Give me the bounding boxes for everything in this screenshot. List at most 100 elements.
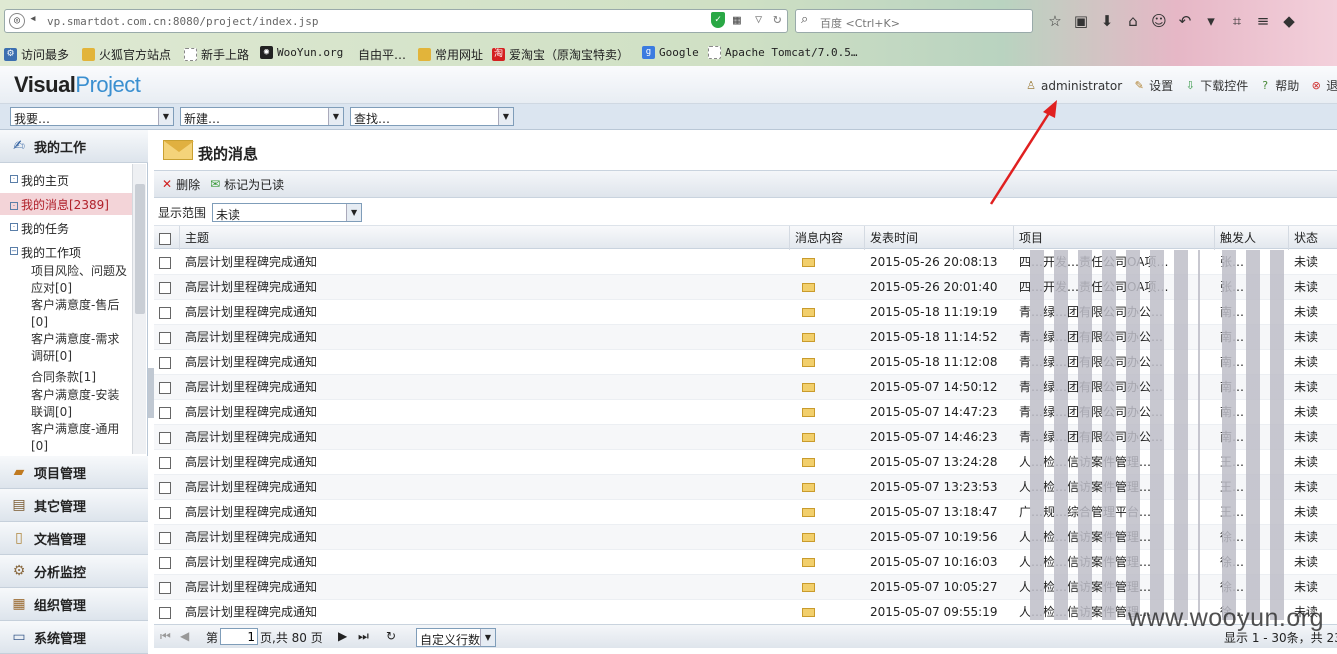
download-icon[interactable]: ⬇ bbox=[1094, 10, 1120, 32]
search-bar[interactable]: ⌕ 百度 <Ctrl+K> bbox=[795, 9, 1033, 33]
cell-subject[interactable]: 高层计划里程碑完成通知 bbox=[180, 375, 790, 400]
menu-icon[interactable]: ≡ bbox=[1250, 10, 1276, 32]
section-document-management[interactable]: ▯ 文档管理 bbox=[0, 522, 148, 555]
section-project-management[interactable]: ▰ 项目管理 bbox=[0, 456, 148, 489]
envelope-icon[interactable] bbox=[802, 358, 815, 367]
cell-subject[interactable]: 高层计划里程碑完成通知 bbox=[180, 450, 790, 475]
scope-select[interactable]: 未读 ▼ bbox=[212, 202, 363, 222]
delete-button[interactable]: ✕ 删除 bbox=[162, 176, 200, 193]
want-select[interactable]: 我要… ▼ bbox=[10, 107, 174, 126]
mark-read-button[interactable]: ✉ 标记为已读 bbox=[210, 176, 284, 193]
find-select[interactable]: 查找… ▼ bbox=[350, 107, 514, 126]
row-checkbox[interactable] bbox=[159, 506, 171, 519]
section-organization-management[interactable]: ▦ 组织管理 bbox=[0, 588, 148, 621]
cell-subject[interactable]: 高层计划里程碑完成通知 bbox=[180, 350, 790, 375]
column-project[interactable]: 项目 bbox=[1014, 226, 1215, 250]
envelope-icon[interactable] bbox=[802, 558, 815, 567]
envelope-icon[interactable] bbox=[802, 408, 815, 417]
column-subject[interactable]: 主题 bbox=[180, 226, 790, 250]
nav-subitem[interactable]: 客户满意度-安装联调[0] bbox=[31, 387, 131, 421]
envelope-icon[interactable] bbox=[802, 258, 815, 267]
refresh-icon[interactable]: ↻ bbox=[386, 629, 396, 643]
cell-subject[interactable]: 高层计划里程碑完成通知 bbox=[180, 600, 790, 624]
nav-item-messages[interactable]: · 我的消息[2389] bbox=[0, 193, 132, 215]
cell-subject[interactable]: 高层计划里程碑完成通知 bbox=[180, 300, 790, 325]
column-trigger[interactable]: 触发人 bbox=[1215, 226, 1289, 250]
address-bar[interactable]: ◎ ◂ vp.smartdot.com.cn:8080/project/inde… bbox=[4, 9, 788, 33]
new-select[interactable]: 新建… ▼ bbox=[180, 107, 344, 126]
nav-subitem[interactable]: 客户满意度-需求调研[0] bbox=[31, 331, 131, 365]
envelope-icon[interactable] bbox=[802, 508, 815, 517]
envelope-icon[interactable] bbox=[802, 583, 815, 592]
row-checkbox[interactable] bbox=[159, 406, 171, 419]
row-checkbox[interactable] bbox=[159, 556, 171, 569]
scrollbar-thumb[interactable] bbox=[135, 184, 145, 314]
nav-item-home[interactable]: · 我的主页 bbox=[10, 172, 69, 189]
row-checkbox[interactable] bbox=[159, 331, 171, 344]
nav-subitem[interactable]: 合同条款[1] bbox=[31, 369, 131, 386]
bookmark-item[interactable]: Apache Tomcat/7.0.5… bbox=[708, 46, 857, 59]
envelope-icon[interactable] bbox=[802, 458, 815, 467]
select-all-checkbox[interactable] bbox=[159, 232, 171, 245]
last-page-icon[interactable]: ⏭ bbox=[358, 629, 369, 644]
logout-link[interactable]: ⊗ 退 bbox=[1309, 77, 1337, 94]
column-content[interactable]: 消息内容 bbox=[790, 226, 865, 250]
back-arrow-icon[interactable]: ◂ bbox=[29, 11, 37, 26]
chevron-down-icon[interactable]: ▽ bbox=[755, 12, 762, 26]
download-link[interactable]: ⇩ 下载控件 bbox=[1183, 77, 1249, 94]
nav-subitem[interactable]: 客户满意度-通用[0] bbox=[31, 421, 131, 454]
first-page-icon[interactable]: ⏮ bbox=[160, 629, 171, 644]
bookmark-item[interactable]: g Google bbox=[642, 46, 699, 59]
cell-subject[interactable]: 高层计划里程碑完成通知 bbox=[180, 500, 790, 525]
section-system-management[interactable]: ▭ 系统管理 bbox=[0, 621, 148, 654]
undo-icon[interactable]: ↶ bbox=[1172, 10, 1198, 32]
bookmark-item[interactable]: 自由平… bbox=[358, 46, 406, 63]
row-checkbox[interactable] bbox=[159, 481, 171, 494]
nav-scrollbar[interactable] bbox=[132, 164, 146, 454]
star-icon[interactable]: ☆ bbox=[1042, 10, 1068, 32]
envelope-icon[interactable] bbox=[802, 433, 815, 442]
page-input[interactable] bbox=[220, 628, 258, 645]
cell-subject[interactable]: 高层计划里程碑完成通知 bbox=[180, 550, 790, 575]
shield-icon[interactable]: ✓ bbox=[711, 12, 725, 28]
cell-subject[interactable]: 高层计划里程碑完成通知 bbox=[180, 475, 790, 500]
bookmark-item[interactable]: 淘爱淘宝（原淘宝特卖） bbox=[492, 46, 629, 63]
chevron-down-icon[interactable]: ▾ bbox=[1198, 10, 1224, 32]
bookmark-item[interactable]: 火狐官方站点 bbox=[82, 46, 171, 63]
cell-subject[interactable]: 高层计划里程碑完成通知 bbox=[180, 525, 790, 550]
nav-subitem[interactable]: 客户满意度-售后[0] bbox=[31, 297, 131, 331]
help-link[interactable]: ? 帮助 bbox=[1258, 77, 1299, 94]
cell-subject[interactable]: 高层计划里程碑完成通知 bbox=[180, 325, 790, 350]
section-my-work[interactable]: ✍ 我的工作 bbox=[0, 130, 148, 163]
library-icon[interactable]: ▣ bbox=[1068, 10, 1094, 32]
section-other-management[interactable]: ▤ 其它管理 bbox=[0, 489, 148, 522]
row-checkbox[interactable] bbox=[159, 256, 171, 269]
qr-code-icon[interactable]: ▦ bbox=[733, 13, 741, 28]
row-checkbox[interactable] bbox=[159, 581, 171, 594]
bookmark-item[interactable]: ⚙ 访问最多 bbox=[4, 46, 69, 63]
bookmark-item[interactable]: 常用网址 bbox=[418, 46, 483, 63]
bookmark-item[interactable]: 新手上路 bbox=[184, 46, 249, 63]
row-checkbox[interactable] bbox=[159, 431, 171, 444]
row-checkbox[interactable] bbox=[159, 306, 171, 319]
row-checkbox[interactable] bbox=[159, 531, 171, 544]
row-checkbox[interactable] bbox=[159, 381, 171, 394]
envelope-icon[interactable] bbox=[802, 533, 815, 542]
envelope-icon[interactable] bbox=[802, 283, 815, 292]
cell-subject[interactable]: 高层计划里程碑完成通知 bbox=[180, 400, 790, 425]
envelope-icon[interactable] bbox=[802, 483, 815, 492]
extension-icon[interactable]: ◆ bbox=[1276, 10, 1302, 32]
envelope-icon[interactable] bbox=[802, 608, 815, 617]
row-checkbox[interactable] bbox=[159, 606, 171, 619]
settings-link[interactable]: ✎ 设置 bbox=[1132, 77, 1174, 94]
cell-subject[interactable]: 高层计划里程碑完成通知 bbox=[180, 575, 790, 600]
section-analysis-monitoring[interactable]: ⚙ 分析监控 bbox=[0, 555, 148, 588]
bookmark-item[interactable]: ◉ WooYun.org bbox=[260, 46, 343, 59]
user-link[interactable]: ♙ administrator bbox=[1024, 77, 1122, 94]
chat-icon[interactable]: ☺ bbox=[1146, 10, 1172, 32]
row-checkbox[interactable] bbox=[159, 456, 171, 469]
envelope-icon[interactable] bbox=[802, 308, 815, 317]
row-checkbox[interactable] bbox=[159, 281, 171, 294]
crop-icon[interactable]: ⌗ bbox=[1224, 10, 1250, 32]
home-icon[interactable]: ⌂ bbox=[1120, 10, 1146, 32]
